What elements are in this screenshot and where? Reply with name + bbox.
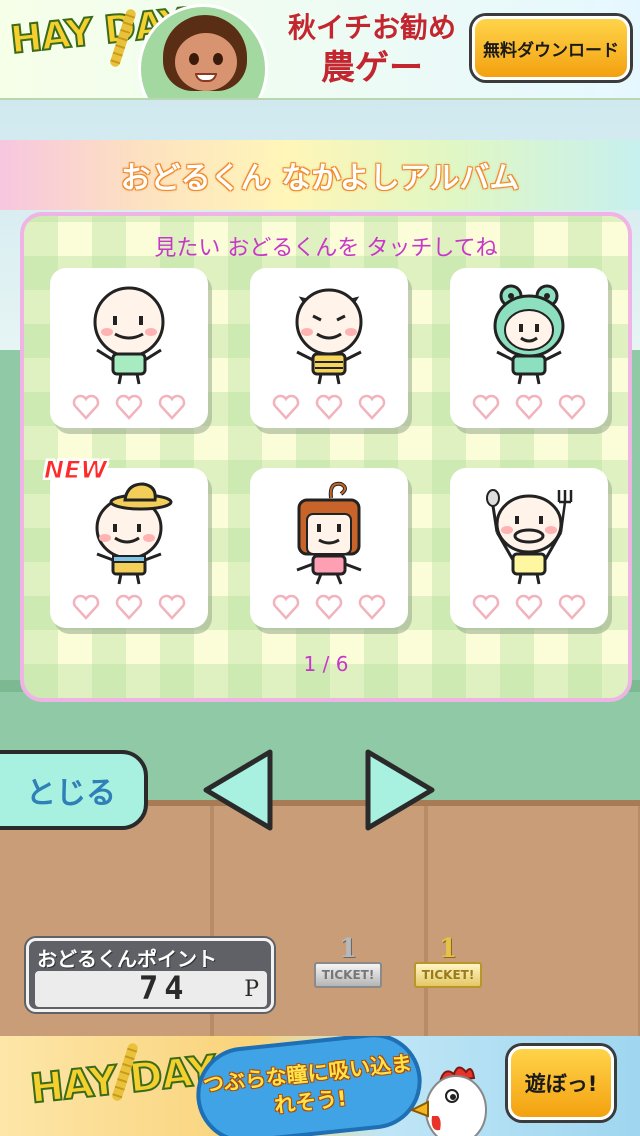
heart-rating <box>72 394 186 420</box>
character-card-frog-hood[interactable] <box>450 268 608 428</box>
left-arrow-icon[interactable] <box>202 748 274 832</box>
heart-icon <box>358 394 386 420</box>
ad-top-line1: 秋イチお勧め <box>287 11 456 44</box>
gold-ticket[interactable]: 1 TICKET! <box>412 934 484 992</box>
heart-rating <box>272 394 386 420</box>
heart-icon <box>272 394 300 420</box>
heart-rating <box>472 594 586 620</box>
album-hint: 見たい おどるくんを タッチしてね <box>154 236 498 261</box>
gold-ticket-icon: TICKET! <box>414 962 482 988</box>
silver-ticket-icon: TICKET! <box>314 962 382 988</box>
ad-speech-bubble: つぶらな瞳に吸い込まれそう! <box>191 1036 427 1136</box>
horned-odorukun-icon <box>295 288 363 385</box>
spoon-fork-odorukun-icon <box>486 489 573 585</box>
rooster-icon <box>410 1066 487 1136</box>
silver-ticket-count: 1 <box>338 934 358 964</box>
silver-ticket[interactable]: 1 TICKET! <box>312 934 384 992</box>
character-card-plain[interactable] <box>50 268 208 428</box>
character-card-horned[interactable] <box>250 268 408 428</box>
character-card-ponytail[interactable] <box>250 468 408 628</box>
page-indicator: 1 / 6 <box>303 652 349 676</box>
heart-rating <box>272 594 386 620</box>
play-button[interactable]: 遊ぼっ! <box>508 1046 614 1120</box>
points-label: おどるくんポイント <box>37 947 217 971</box>
heart-icon <box>472 394 500 420</box>
new-badge: NEW <box>44 456 108 485</box>
heart-icon <box>272 594 300 620</box>
heart-icon <box>515 394 543 420</box>
points-value-field: 74 P <box>35 969 267 1007</box>
heart-rating <box>472 394 586 420</box>
ad-bubble-text: つぶらな瞳に吸い込まれそう! <box>201 1051 414 1118</box>
top-ad-banner[interactable]: HAY DAY 秋イチお勧め 農ゲー 無料ダウンロード <box>0 0 640 100</box>
heart-icon <box>72 594 100 620</box>
album-title-bar: おどるくん なかよしアルバム <box>0 140 640 210</box>
ad-top-line2: 農ゲー <box>321 48 423 88</box>
ad-top-copy: 秋イチお勧め 農ゲー <box>282 10 462 90</box>
heart-icon <box>558 394 586 420</box>
heart-icon <box>558 594 586 620</box>
points-display: おどるくんポイント 74 P <box>26 938 274 1012</box>
points-unit: P <box>244 977 259 1002</box>
heart-rating <box>72 594 186 620</box>
heart-icon <box>358 594 386 620</box>
points-value: 74 <box>139 969 190 1007</box>
close-button[interactable]: とじる <box>0 750 148 830</box>
plain-odorukun-icon <box>93 286 165 385</box>
heart-icon <box>72 394 100 420</box>
character-card-spoon-fork[interactable] <box>450 468 608 628</box>
heart-icon <box>515 594 543 620</box>
free-download-button[interactable]: 無料ダウンロード <box>472 16 630 80</box>
heart-icon <box>115 594 143 620</box>
frog-hood-odorukun-icon <box>493 284 565 385</box>
heart-icon <box>315 394 343 420</box>
album-panel: 見たい おどるくんを タッチしてね NEW 1 / 6 <box>20 212 632 702</box>
ponytail-odorukun-icon <box>296 481 362 585</box>
heart-icon <box>472 594 500 620</box>
heart-icon <box>315 594 343 620</box>
heart-icon <box>158 394 186 420</box>
gold-ticket-count: 1 <box>438 934 458 964</box>
straw-hat-odorukun-icon <box>95 482 173 585</box>
heart-icon <box>115 394 143 420</box>
character-card-straw-hat[interactable]: NEW <box>44 456 208 628</box>
heart-icon <box>158 594 186 620</box>
album-title: おどるくん なかよしアルバム <box>120 161 520 196</box>
right-arrow-icon[interactable] <box>364 748 436 832</box>
